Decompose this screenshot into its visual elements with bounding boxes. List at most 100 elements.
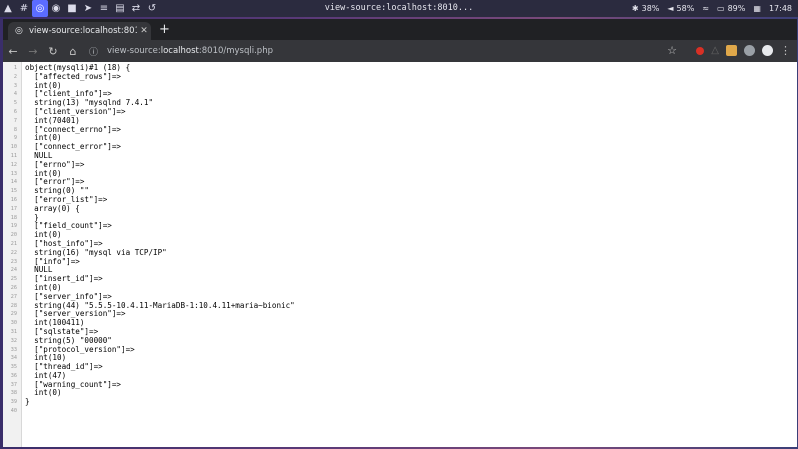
source-line: 16 ["error_list"]=> bbox=[3, 195, 797, 205]
source-line: 24 NULL bbox=[3, 266, 797, 275]
git-icon[interactable]: ↺ bbox=[144, 0, 160, 17]
line-number: 12 bbox=[10, 161, 17, 168]
hashtag-icon[interactable]: # bbox=[16, 0, 32, 17]
source-line: 34 int(10) bbox=[3, 353, 797, 363]
line-number: 9 bbox=[13, 135, 17, 142]
page-viewport[interactable]: 1 object(mysqli)#1 (18) {2 ["affected_row… bbox=[3, 62, 797, 447]
line-text bbox=[21, 407, 25, 416]
volume-icon: ◄ bbox=[667, 4, 674, 13]
bookmark-star-icon[interactable]: ☆ bbox=[667, 44, 677, 57]
source-line: 23 ["info"]=> bbox=[3, 257, 797, 267]
chrome-icon[interactable]: ◎ bbox=[32, 0, 48, 17]
source-line: 31 ["sqlstate"]=> bbox=[3, 327, 797, 337]
line-number: 10 bbox=[10, 144, 17, 151]
line-number: 5 bbox=[13, 100, 17, 107]
wifi-icon: ≈ bbox=[702, 4, 710, 13]
folder-icon[interactable]: ■ bbox=[64, 0, 80, 17]
clock[interactable]: 17:48 bbox=[769, 4, 792, 13]
profile-avatar-icon[interactable] bbox=[762, 45, 773, 56]
system-panel: ▲ # ◎ ◉ ■ ➤ ≡ ▤ ⇄ ↺ view-source:localhos… bbox=[0, 0, 798, 17]
line-number: 6 bbox=[13, 108, 17, 115]
transfer-icon[interactable]: ⇄ bbox=[128, 0, 144, 17]
source-code: 1 object(mysqli)#1 (18) {2 ["affected_row… bbox=[3, 63, 797, 416]
line-number: 22 bbox=[10, 249, 17, 256]
source-line: 2 ["affected_rows"]=> bbox=[3, 72, 797, 82]
line-number: 23 bbox=[10, 258, 17, 265]
grey-extension-icon[interactable] bbox=[744, 45, 755, 56]
extensions: △ ⋮ bbox=[696, 44, 791, 57]
calendar-icon: ▦ bbox=[753, 4, 761, 13]
tab-strip: ◎ view-source:localhost:801 ✕ + bbox=[3, 19, 797, 40]
forward-arrow-icon[interactable]: → bbox=[23, 45, 43, 58]
brightness-indicator[interactable]: ✱ 38% bbox=[632, 4, 659, 13]
source-line: 38 int(0) bbox=[3, 389, 797, 398]
line-number: 25 bbox=[10, 276, 17, 283]
document-icon[interactable]: ▤ bbox=[112, 0, 128, 17]
source-line: 17 array(0) { bbox=[3, 204, 797, 214]
source-line: 3 int(0) bbox=[3, 81, 797, 91]
extension-icon[interactable]: △ bbox=[711, 45, 719, 56]
line-number: 1 bbox=[13, 65, 17, 71]
new-tab-button[interactable]: + bbox=[159, 22, 170, 38]
line-number: 40 bbox=[10, 408, 17, 415]
calendar-indicator[interactable]: ▦ bbox=[753, 4, 761, 13]
browser-toolbar: ← → ↻ ⌂ ⓘ view-source: localhost:8010/mys… bbox=[3, 40, 797, 62]
line-number: 7 bbox=[13, 117, 17, 124]
line-number: 17 bbox=[10, 205, 17, 212]
source-line: 29 ["server_version"]=> bbox=[3, 310, 797, 319]
source-line: 9 int(0) bbox=[3, 134, 797, 143]
menu-kebab-icon[interactable]: ⋮ bbox=[780, 44, 791, 57]
line-number: 3 bbox=[13, 82, 17, 89]
recording-extension-icon[interactable] bbox=[696, 46, 705, 55]
source-line: 19 ["field_count"]=> bbox=[3, 222, 797, 231]
source-line: 15 string(0) "" bbox=[3, 186, 797, 196]
source-line: 14 ["error"]=> bbox=[3, 178, 797, 187]
tab-close-button[interactable]: ✕ bbox=[137, 26, 151, 36]
source-line: 37 ["warning_count"]=> bbox=[3, 380, 797, 390]
brightness-icon: ✱ bbox=[631, 4, 639, 13]
volume-indicator[interactable]: ◄ 58% bbox=[667, 4, 694, 13]
line-number: 13 bbox=[10, 170, 17, 177]
source-line: 20 int(0) bbox=[3, 230, 797, 240]
amber-extension-icon[interactable] bbox=[726, 45, 737, 56]
line-number: 29 bbox=[10, 311, 17, 318]
line-number: 15 bbox=[10, 188, 17, 195]
address-bar[interactable]: ⓘ view-source: localhost:8010/mysqli.php … bbox=[89, 42, 677, 60]
wifi-indicator[interactable]: ≈ bbox=[702, 4, 709, 13]
home-icon[interactable]: ⌂ bbox=[63, 45, 83, 58]
url-host: localhost bbox=[160, 46, 199, 56]
telegram-icon[interactable]: ➤ bbox=[80, 0, 96, 17]
line-number: 31 bbox=[10, 328, 17, 335]
app-menu-icon[interactable]: ▲ bbox=[0, 0, 16, 17]
source-line: 13 int(0) bbox=[3, 169, 797, 179]
line-number: 20 bbox=[10, 232, 17, 239]
source-line: 1 object(mysqli)#1 (18) { bbox=[3, 63, 797, 73]
reload-icon[interactable]: ↻ bbox=[43, 45, 63, 58]
line-number: 4 bbox=[13, 91, 17, 98]
info-icon[interactable]: ⓘ bbox=[89, 45, 101, 58]
tab-view-source[interactable]: ◎ view-source:localhost:801 ✕ bbox=[8, 22, 151, 40]
source-line: 25 ["insert_id"]=> bbox=[3, 274, 797, 284]
media-icon[interactable]: ◉ bbox=[48, 0, 64, 17]
panel-launchers: ▲ # ◎ ◉ ■ ➤ ≡ ▤ ⇄ ↺ bbox=[0, 0, 160, 17]
line-number: 34 bbox=[10, 355, 17, 362]
line-number: 14 bbox=[10, 179, 17, 186]
source-line: 11 NULL bbox=[3, 151, 797, 161]
url-prefix: view-source: bbox=[107, 46, 161, 56]
line-number: 32 bbox=[10, 337, 17, 344]
source-line: 7 int(70401) bbox=[3, 116, 797, 126]
line-number: 21 bbox=[10, 240, 17, 247]
back-arrow-icon[interactable]: ← bbox=[3, 45, 23, 58]
chrome-favicon-icon: ◎ bbox=[15, 25, 23, 36]
line-number: 37 bbox=[10, 381, 17, 388]
line-number: 33 bbox=[10, 346, 17, 353]
battery-indicator[interactable]: ▭ 89% bbox=[717, 4, 745, 13]
panel-indicators: ✱ 38% ◄ 58% ≈ ▭ 89% ▦ 17:48 bbox=[632, 0, 792, 17]
line-number: 2 bbox=[13, 73, 17, 80]
source-line: 26 int(0) bbox=[3, 283, 797, 293]
url-path: :8010/mysqli.php bbox=[198, 46, 273, 56]
database-icon[interactable]: ≡ bbox=[96, 0, 112, 17]
tab-title: view-source:localhost:801 bbox=[29, 26, 137, 36]
source-line: 40 bbox=[3, 407, 797, 416]
browser-window: ◎ view-source:localhost:801 ✕ + ← → ↻ ⌂ … bbox=[3, 19, 797, 447]
